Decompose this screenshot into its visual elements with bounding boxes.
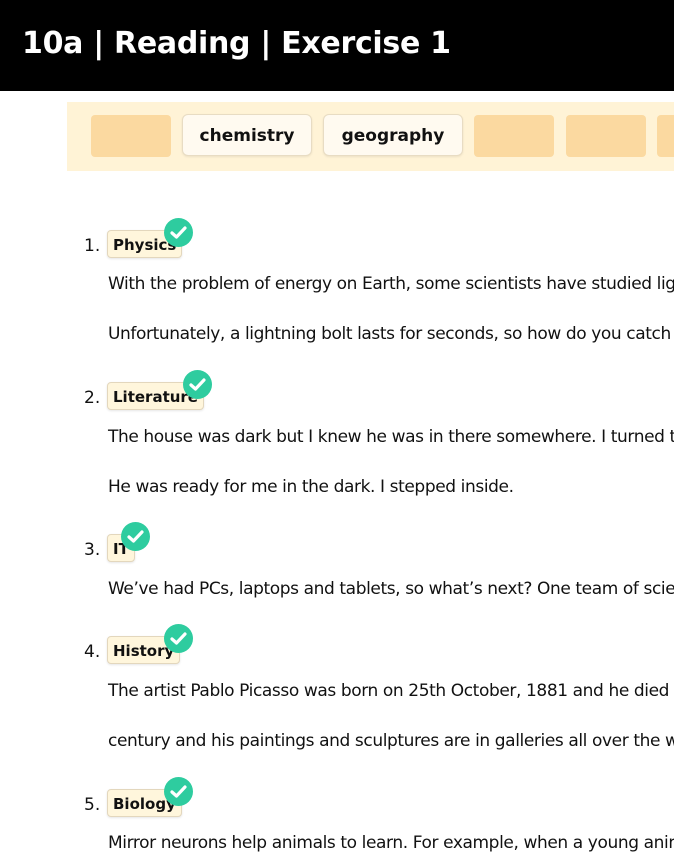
word-chip-geography[interactable]: geography <box>323 114 463 156</box>
passage-line: He was ready for me in the dark. I stepp… <box>108 477 514 497</box>
check-icon <box>121 522 150 551</box>
passage-line: Mirror neurons help animals to learn. Fo… <box>108 833 674 853</box>
passage-line: We’ve had PCs, laptops and tablets, so w… <box>108 579 674 599</box>
page-header: 10a | Reading | Exercise 1 <box>0 0 674 91</box>
check-icon <box>164 624 193 653</box>
item-number: 4. <box>84 642 101 662</box>
answer-drop-zone[interactable]: Biology <box>107 777 193 817</box>
empty-word-slot <box>657 115 674 157</box>
item-number: 3. <box>84 540 101 560</box>
check-icon <box>164 777 193 806</box>
page-title: 10a | Reading | Exercise 1 <box>22 26 451 61</box>
word-chip-chemistry[interactable]: chemistry <box>182 114 312 156</box>
answer-drop-zone[interactable]: IT <box>107 522 150 562</box>
passage-line: Unfortunately, a lightning bolt lasts fo… <box>108 324 674 344</box>
item-number: 2. <box>84 388 101 408</box>
passage-line: The house was dark but I knew he was in … <box>108 427 674 447</box>
passage-line: With the problem of energy on Earth, som… <box>108 274 674 294</box>
answer-drop-zone[interactable]: Physics <box>107 218 193 258</box>
answer-drop-zone[interactable]: History <box>107 624 193 664</box>
check-icon <box>183 370 212 399</box>
empty-word-slot <box>474 115 554 157</box>
answer-drop-zone[interactable]: Literature <box>107 370 212 410</box>
check-icon <box>164 218 193 247</box>
passage-line: century and his paintings and sculptures… <box>108 731 674 751</box>
word-bank: chemistry geography <box>67 102 674 171</box>
item-number: 1. <box>84 236 101 256</box>
item-number: 5. <box>84 795 101 815</box>
passage-line: The artist Pablo Picasso was born on 25t… <box>108 681 674 701</box>
empty-word-slot <box>566 115 646 157</box>
empty-word-slot <box>91 115 171 157</box>
